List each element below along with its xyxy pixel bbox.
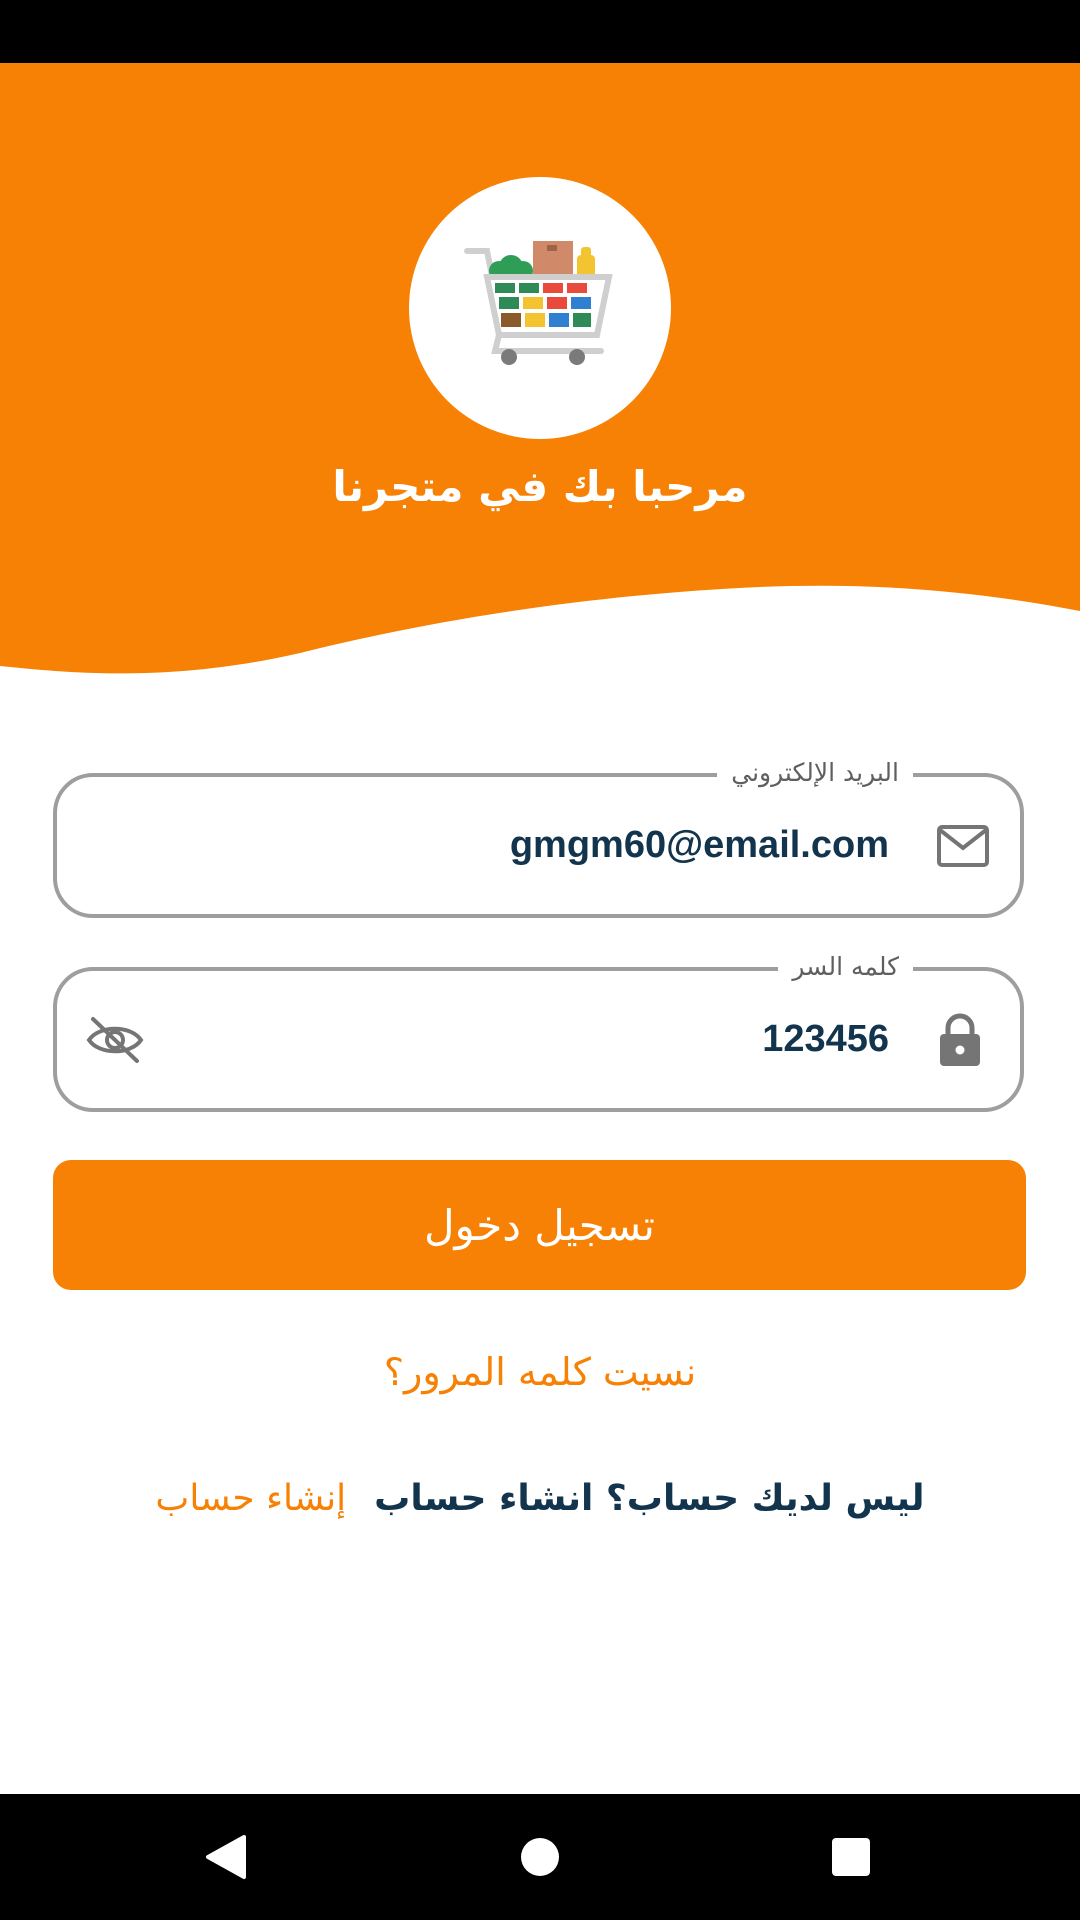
email-input[interactable]: gmgm60@email.com [189,777,889,914]
signup-link[interactable]: إنشاء حساب [155,1478,346,1519]
status-bar [0,0,1080,63]
welcome-title: مرحبا بك في متجرنا [332,462,748,511]
recents-icon[interactable] [791,1794,911,1920]
signup-row: ليس لديك حساب؟ انشاء حساب إنشاء حساب [0,1478,1080,1519]
email-field[interactable]: البريد الإلكتروني gmgm60@email.com [53,751,1024,918]
back-icon[interactable] [166,1794,286,1920]
lock-icon [938,971,982,1108]
mail-icon [936,777,990,914]
forgot-password-link[interactable]: نسيت كلمه المرور؟ [0,1350,1080,1394]
password-input[interactable]: 123456 [189,971,889,1108]
home-icon[interactable] [480,1794,600,1920]
login-button[interactable]: تسجيل دخول [53,1160,1026,1290]
password-field[interactable]: كلمه السر 123456 [53,945,1024,1112]
navigation-bar [0,1794,1080,1920]
eye-off-icon[interactable] [85,971,145,1108]
signup-prompt: ليس لديك حساب؟ انشاء حساب [374,1478,925,1519]
shopping-cart-logo [409,177,671,439]
